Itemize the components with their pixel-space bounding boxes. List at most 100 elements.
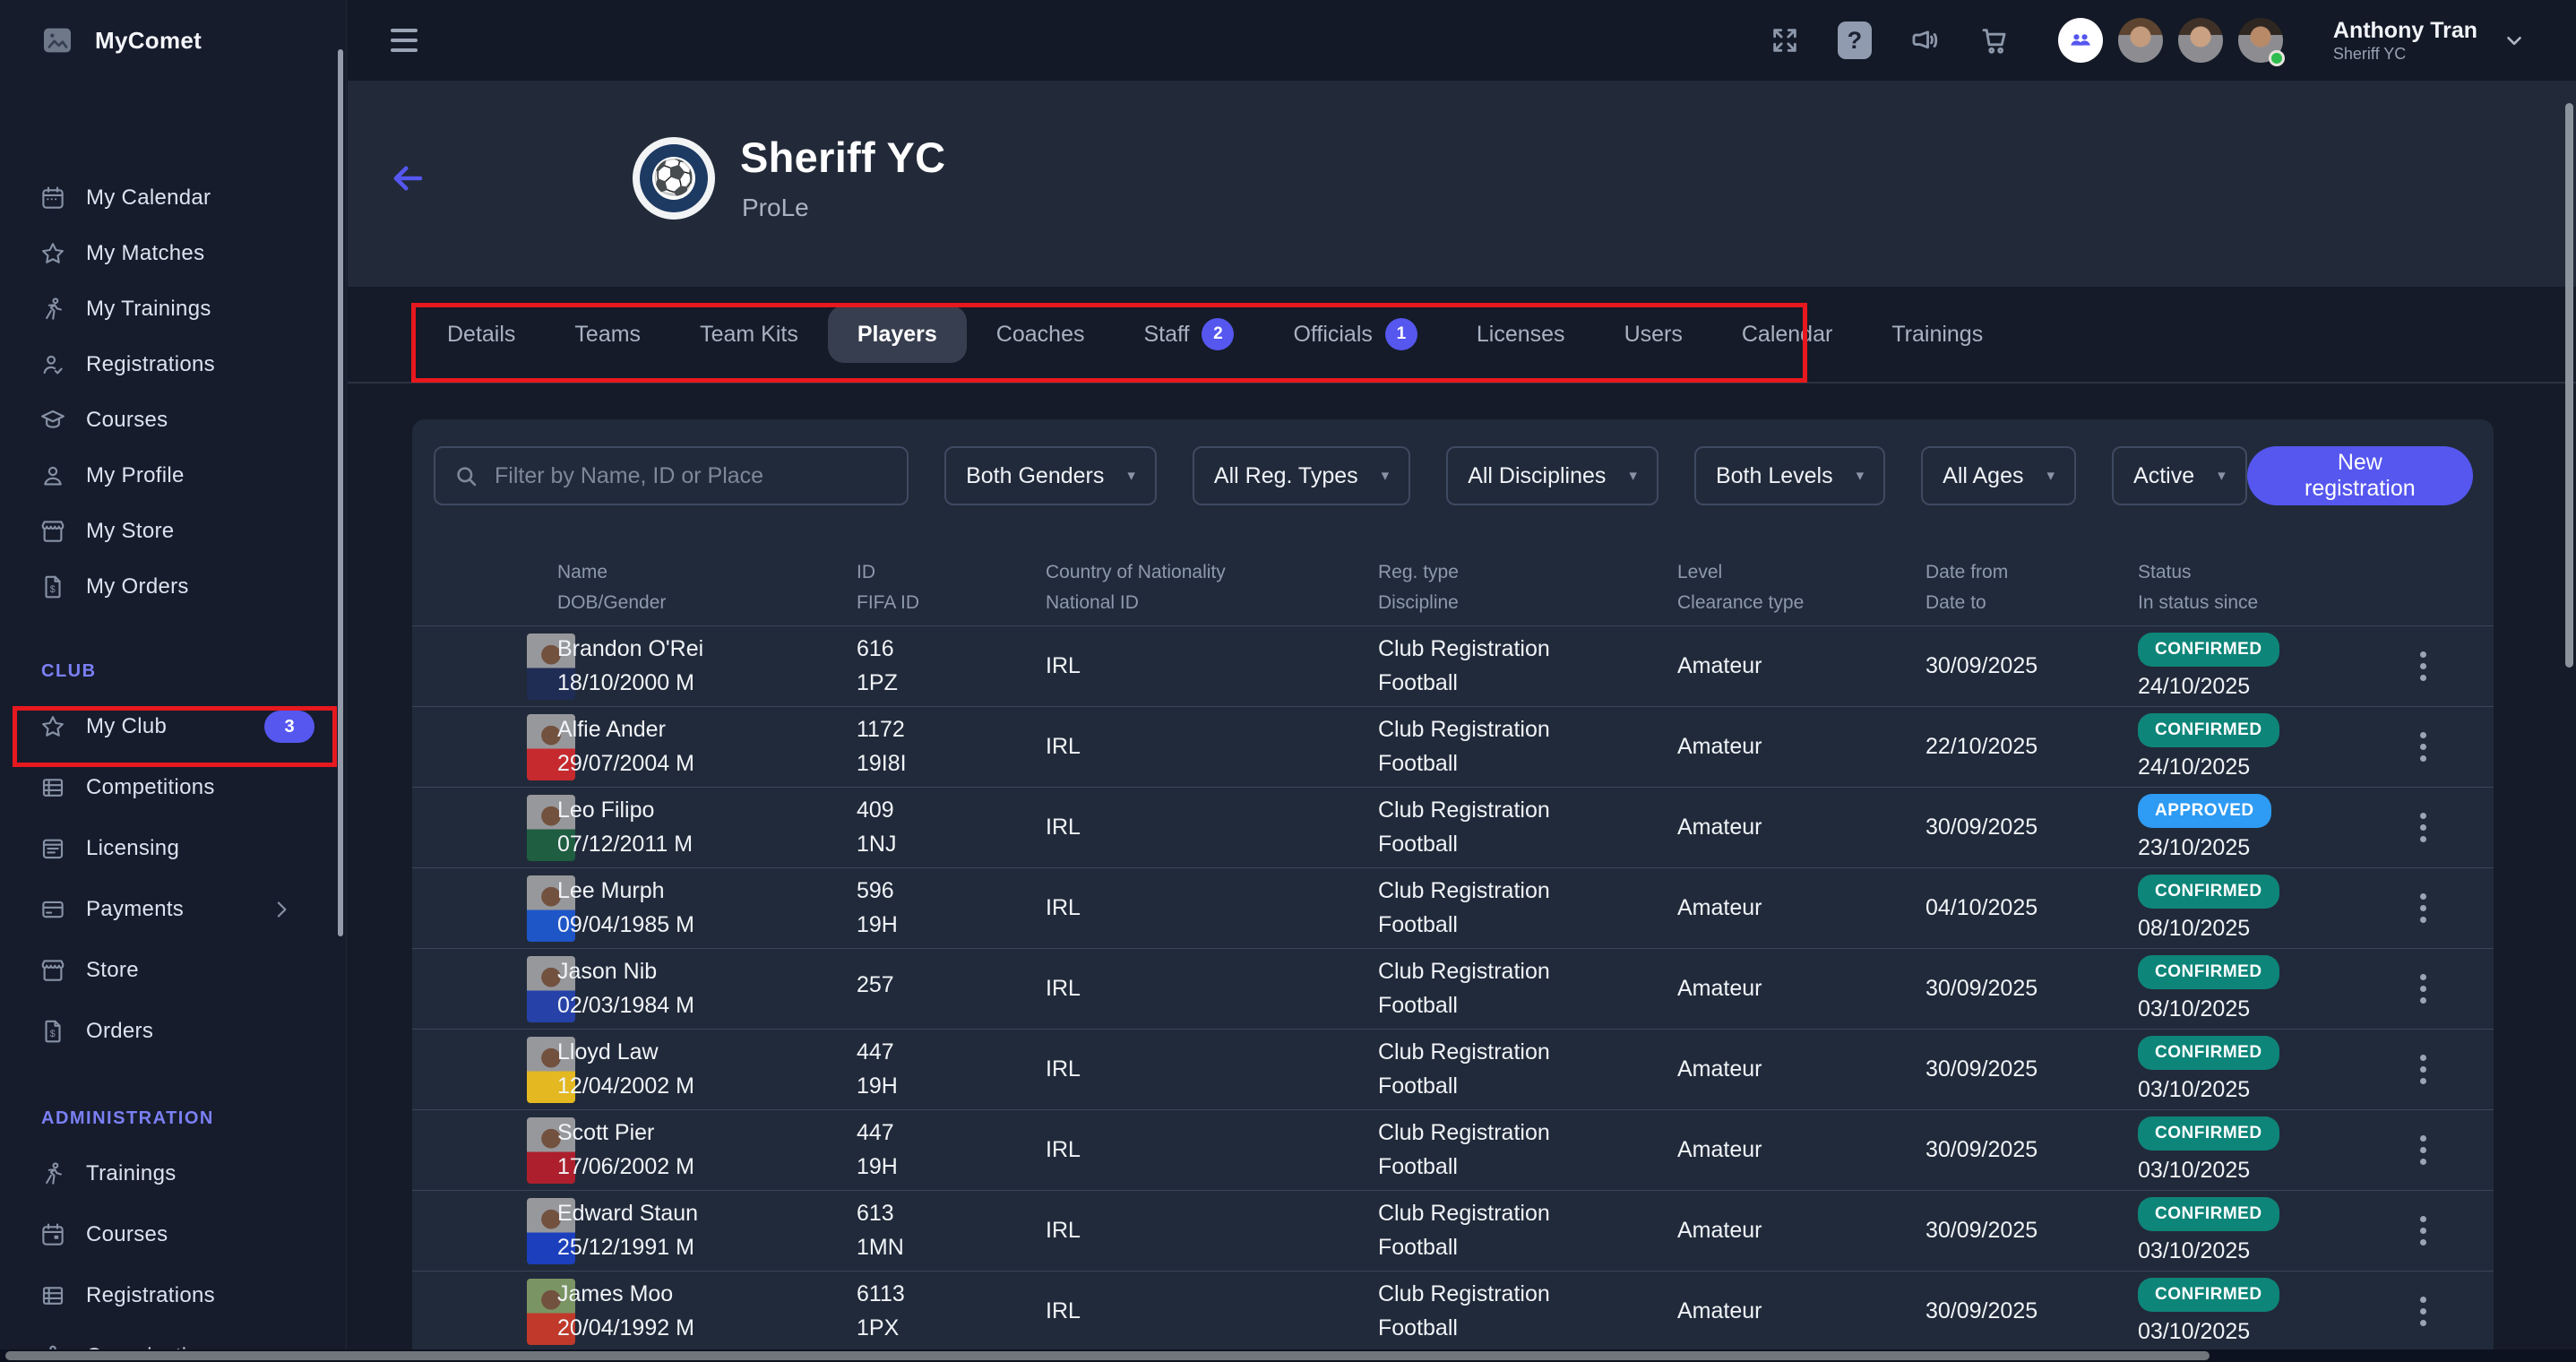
sidebar-item-orders[interactable]: $ Orders	[0, 1001, 340, 1062]
player-name: Jason Nib	[557, 959, 857, 985]
filter-dropdown-all-disciplines[interactable]: All Disciplines ▾	[1446, 446, 1658, 505]
announcement-icon[interactable]	[1908, 23, 1942, 57]
row-actions-menu[interactable]	[2413, 967, 2434, 1011]
tab-teams[interactable]: Teams	[545, 306, 670, 363]
help-icon[interactable]: ?	[1838, 22, 1872, 59]
sidebar-item-label: Courses	[86, 408, 168, 433]
tab-trainings[interactable]: Trainings	[1862, 306, 2012, 363]
sidebar-item-competitions[interactable]: Competitions	[0, 757, 340, 818]
column-header-line1: Name	[557, 561, 857, 584]
sidebar-scrollbar[interactable]	[338, 49, 343, 936]
player-dob-gender: 18/10/2000 M	[557, 670, 857, 696]
filter-dropdown-all-ages[interactable]: All Ages ▾	[1921, 446, 2076, 505]
topbar-actions: ? Anthony Tran Sheriff YC	[1768, 17, 2526, 65]
column-header-line2: In status since	[2138, 591, 2353, 615]
discipline: Football	[1378, 832, 1677, 858]
search-input[interactable]	[493, 462, 889, 490]
row-actions-menu[interactable]	[2413, 644, 2434, 688]
sidebar-item-my-store[interactable]: My Store	[0, 504, 340, 559]
sidebar-item-registrations[interactable]: Registrations	[0, 1265, 340, 1326]
row-actions-menu[interactable]	[2413, 1128, 2434, 1172]
column-header-line1: Reg. type	[1378, 561, 1677, 584]
cart-icon[interactable]	[1977, 23, 2012, 57]
row-actions-menu[interactable]	[2413, 886, 2434, 930]
tab-coaches[interactable]: Coaches	[967, 306, 1115, 363]
registration-type: Club Registration	[1378, 1281, 1677, 1307]
player-fifa-id: 19H	[857, 1154, 1046, 1180]
discipline: Football	[1378, 1073, 1677, 1099]
tab-calendar[interactable]: Calendar	[1712, 306, 1862, 363]
vertical-scrollbar[interactable]	[2565, 103, 2573, 668]
discipline: Football	[1378, 751, 1677, 777]
sidebar-item-label: My Store	[86, 519, 174, 544]
list-icon	[39, 774, 66, 801]
new-registration-button[interactable]: New registration	[2247, 446, 2473, 505]
tab-label: Details	[447, 322, 515, 348]
star-icon	[39, 713, 66, 740]
sidebar-nav: My Calendar My Matches My Trainings Regi…	[0, 170, 340, 1362]
row-actions-menu[interactable]	[2413, 1209, 2434, 1253]
table-row[interactable]: Lloyd Law 12/04/2002 M 447 19H IRL Club …	[412, 1029, 2494, 1109]
table-row[interactable]: Brandon O'Rei 18/10/2000 M 616 1PZ IRL C…	[412, 625, 2494, 706]
chevron-down-icon[interactable]	[2503, 29, 2526, 52]
sidebar-item-my-matches[interactable]: My Matches	[0, 226, 340, 281]
table-row[interactable]: Jason Nib 02/03/1984 M 257 IRL Club Regi…	[412, 948, 2494, 1029]
tab-details[interactable]: Details	[418, 306, 545, 363]
tab-officials[interactable]: Officials 1	[1263, 306, 1446, 363]
sidebar-item-my-trainings[interactable]: My Trainings	[0, 281, 340, 337]
filter-dropdown-both-levels[interactable]: Both Levels ▾	[1694, 446, 1885, 505]
avatar-1[interactable]	[2118, 18, 2163, 63]
avatar-2[interactable]	[2178, 18, 2223, 63]
table-row[interactable]: Edward Staun 25/12/1991 M 613 1MN IRL Cl…	[412, 1190, 2494, 1271]
column-header-line1: Country of Nationality	[1046, 561, 1378, 584]
group-avatar[interactable]	[2058, 18, 2103, 63]
tab-team-kits[interactable]: Team Kits	[670, 306, 828, 363]
avatar-3[interactable]	[2238, 18, 2283, 63]
column-header-line1: Status	[2138, 561, 2353, 584]
sidebar-item-label: My Profile	[86, 463, 185, 488]
sidebar-item-registrations[interactable]: Registrations	[0, 337, 340, 392]
user-menu[interactable]: Anthony Tran Sheriff YC	[2333, 17, 2526, 65]
topbar: ? Anthony Tran Sheriff YC	[348, 0, 2576, 81]
player-country: IRL	[1046, 815, 1378, 840]
player-fifa-id: 1MN	[857, 1235, 1046, 1261]
back-button[interactable]	[387, 158, 428, 199]
sidebar-item-courses[interactable]: Courses	[0, 1204, 340, 1265]
filter-dropdown-active[interactable]: Active ▾	[2112, 446, 2247, 505]
fullscreen-icon[interactable]	[1768, 23, 1802, 57]
player-id: 616	[857, 636, 1046, 662]
sidebar-item-my-profile[interactable]: My Profile	[0, 448, 340, 504]
sidebar-item-payments[interactable]: Payments	[0, 879, 340, 940]
sidebar-item-licensing[interactable]: Licensing	[0, 818, 340, 879]
person-check-icon	[39, 351, 66, 378]
row-actions-menu[interactable]	[2413, 1047, 2434, 1091]
menu-toggle-button[interactable]	[391, 29, 418, 52]
table-row[interactable]: Lee Murph 09/04/1985 M 596 19H IRL Club …	[412, 867, 2494, 948]
filter-dropdown-both-genders[interactable]: Both Genders ▾	[944, 446, 1157, 505]
storefront-icon	[39, 518, 66, 545]
row-actions-menu[interactable]	[2413, 806, 2434, 849]
sidebar-item-label: Orders	[86, 1019, 153, 1044]
sidebar-item-trainings[interactable]: Trainings	[0, 1143, 340, 1204]
sidebar-item-my-orders[interactable]: $ My Orders	[0, 559, 340, 615]
table-row[interactable]: Alfie Ander 29/07/2004 M 1172 19I8I IRL …	[412, 706, 2494, 787]
discipline: Football	[1378, 1154, 1677, 1180]
table-row[interactable]: Scott Pier 17/06/2002 M 447 19H IRL Club…	[412, 1109, 2494, 1190]
horizontal-scrollbar[interactable]	[0, 1349, 2576, 1362]
tab-players[interactable]: Players	[828, 306, 967, 363]
player-id: 447	[857, 1120, 1046, 1146]
player-fifa-id: 19I8I	[857, 751, 1046, 777]
table-row[interactable]: James Moo 20/04/1992 M 6113 1PX IRL Club…	[412, 1271, 2494, 1351]
tab-staff[interactable]: Staff 2	[1114, 306, 1263, 363]
tab-licenses[interactable]: Licenses	[1447, 306, 1595, 363]
search-field[interactable]	[434, 446, 909, 505]
sidebar-item-my-club[interactable]: My Club 3	[0, 696, 340, 757]
row-actions-menu[interactable]	[2413, 1289, 2434, 1333]
row-actions-menu[interactable]	[2413, 725, 2434, 769]
sidebar-item-courses[interactable]: Courses	[0, 392, 340, 448]
tab-users[interactable]: Users	[1595, 306, 1712, 363]
filter-dropdown-all-reg-types[interactable]: All Reg. Types ▾	[1193, 446, 1410, 505]
sidebar-item-my-calendar[interactable]: My Calendar	[0, 170, 340, 226]
table-row[interactable]: Leo Filipo 07/12/2011 M 409 1NJ IRL Club…	[412, 787, 2494, 867]
sidebar-item-store[interactable]: Store	[0, 940, 340, 1001]
